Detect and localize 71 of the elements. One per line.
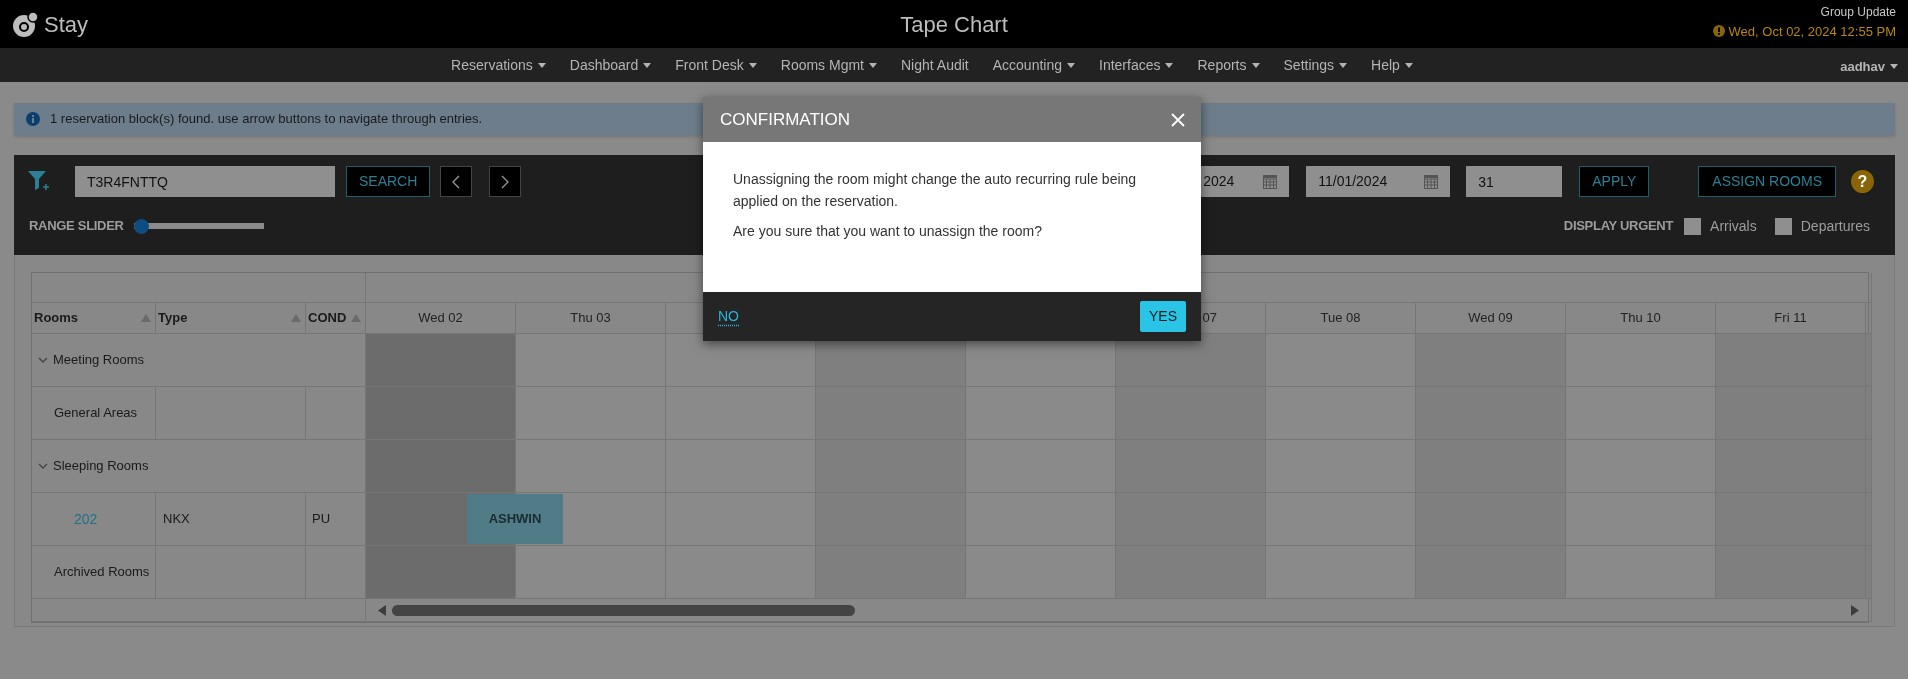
warning-icon (1713, 25, 1726, 38)
nights-field[interactable]: 31 (1466, 166, 1563, 197)
caret-icon (1165, 62, 1174, 68)
info-icon (26, 112, 40, 126)
sort-icon (291, 314, 301, 322)
yes-button[interactable]: YES (1140, 301, 1186, 332)
assign-rooms-button[interactable]: ASSIGN ROOMS (1698, 166, 1836, 197)
alert-message: 1 reservation block(s) found. use arrow buttons to navigate through entries. (50, 110, 483, 129)
menu-item[interactable]: Dashboard (557, 54, 664, 76)
menu-item[interactable]: Night Audit (889, 54, 981, 76)
menu-item[interactable]: Reports (1185, 54, 1272, 76)
scroll-right-icon[interactable] (1851, 604, 1859, 616)
table-cell: NKX (156, 493, 306, 546)
chevron-right-icon (501, 174, 510, 189)
checkbox[interactable] (1684, 217, 1702, 235)
date-field[interactable]: 11/01/2024 (1306, 166, 1451, 197)
caret-icon (537, 62, 546, 68)
column-header[interactable]: Type (156, 303, 306, 334)
reservation-block[interactable]: ASHWIN (467, 494, 563, 544)
display-urgent-label: DISPLAY URGENT (1563, 217, 1674, 236)
chevron-left-icon (452, 174, 461, 189)
column-header[interactable]: COND (306, 303, 366, 334)
calendar-icon (1424, 174, 1439, 189)
menu-item[interactable]: Accounting (980, 54, 1087, 76)
caret-icon (643, 62, 652, 68)
chevron-down-icon (38, 461, 48, 471)
group-update-link[interactable]: Group Update (1820, 3, 1896, 21)
sort-icon (351, 314, 361, 322)
menu-item[interactable]: Help (1359, 54, 1425, 76)
previous-button[interactable] (440, 166, 473, 197)
user-menu[interactable]: aadhav (1840, 57, 1898, 77)
checkbox[interactable] (1774, 217, 1792, 235)
date-time: Wed, Oct 02, 2024 12:55 PM (1728, 22, 1896, 41)
caret-icon (1251, 62, 1260, 68)
menu-item[interactable]: Reservations (439, 54, 558, 76)
search-button[interactable]: SEARCH (346, 166, 431, 197)
scrollbar-thumb[interactable] (392, 604, 855, 616)
apply-button[interactable]: APPLY (1579, 166, 1650, 197)
logo-text: Stay (44, 11, 89, 39)
checkbox-label: Arrivals (1710, 216, 1757, 236)
modal-title: CONFIRMATION (720, 108, 850, 131)
close-icon[interactable] (1171, 112, 1185, 127)
sort-icon (141, 314, 151, 322)
modal-message: Unassigning the room might change the auto recurring rule being applied on the reservation. (733, 170, 1138, 211)
slider-label: RANGE SLIDER (29, 217, 124, 236)
next-button[interactable] (489, 166, 522, 197)
scroll-left-icon[interactable] (378, 604, 386, 616)
checkbox-label: Departures (1800, 216, 1870, 236)
no-link[interactable]: NO (718, 306, 739, 327)
horizontal-scrollbar[interactable] (366, 599, 1872, 622)
logo-icon (12, 11, 38, 38)
caret-icon (869, 62, 877, 68)
caret-icon (1067, 62, 1075, 68)
search-field[interactable]: T3R4FNTTQ (75, 166, 335, 197)
menu-item[interactable]: Rooms Mgmt (768, 54, 889, 76)
menu-item[interactable]: Front Desk (663, 54, 769, 76)
caret-icon (1404, 62, 1413, 68)
caret-icon (748, 62, 757, 68)
table-cell: Archived Rooms (32, 546, 156, 599)
slider-thumb[interactable] (133, 218, 149, 234)
page-title: Tape Chart (900, 12, 1008, 37)
modal-message: Are you sure that you want to unassign the room? (733, 222, 1043, 241)
column-header[interactable]: Rooms (32, 303, 156, 334)
help-icon[interactable]: ? (1851, 170, 1874, 193)
chevron-down-icon (38, 355, 48, 365)
table-cell: General Areas (32, 387, 156, 440)
menu-item[interactable]: Settings (1271, 54, 1360, 76)
menu-item[interactable]: Interfaces (1087, 54, 1186, 76)
caret-icon (1339, 62, 1348, 68)
caret-icon (1890, 64, 1898, 70)
calendar-icon (1263, 174, 1278, 189)
